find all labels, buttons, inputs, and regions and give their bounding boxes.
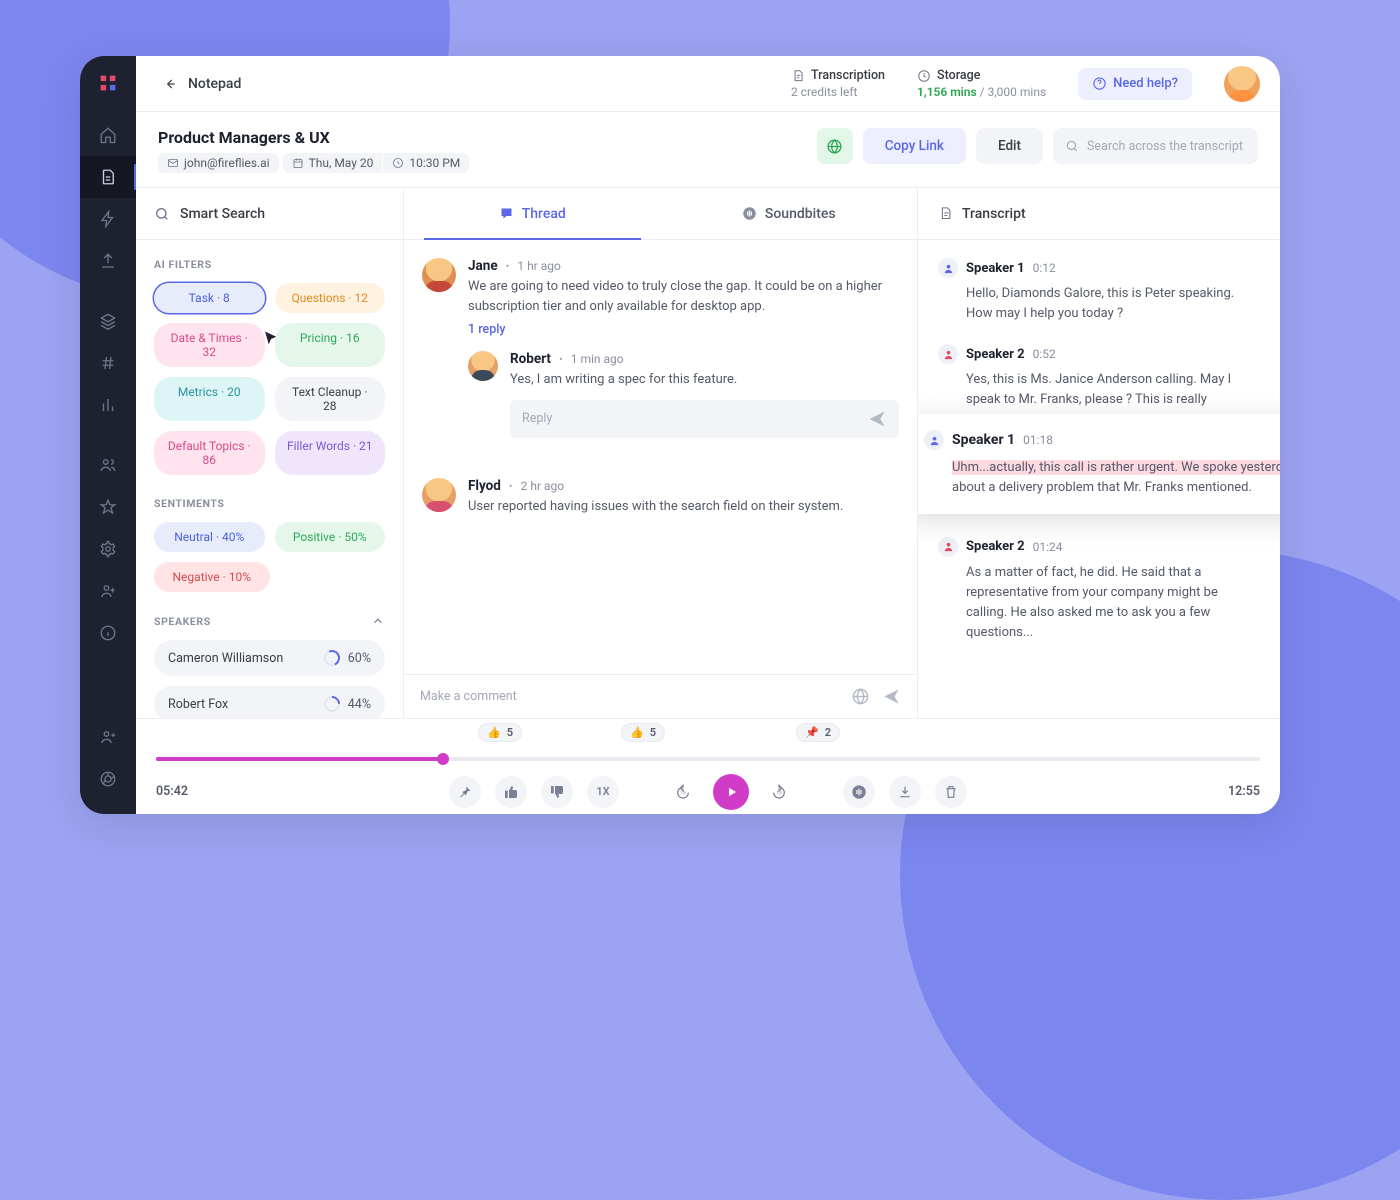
reaction-pin[interactable]: 📌 2 bbox=[796, 723, 840, 742]
comment-input[interactable] bbox=[420, 689, 839, 704]
transcript-search[interactable] bbox=[1053, 128, 1258, 164]
nav-layers[interactable] bbox=[80, 300, 136, 342]
filter-pill[interactable]: Date & Times · 32 bbox=[154, 323, 265, 367]
nav-people[interactable] bbox=[80, 444, 136, 486]
meeting-title: Product Managers & UX bbox=[158, 128, 469, 147]
reaction-thumbs-up[interactable]: 👍 5 bbox=[621, 723, 665, 742]
thread-post: Jane•1 hr ago We are going to need video… bbox=[422, 258, 899, 458]
nav-home[interactable] bbox=[80, 114, 136, 156]
nav-bolt[interactable] bbox=[80, 198, 136, 240]
avatar bbox=[422, 258, 456, 292]
sidebar bbox=[80, 56, 136, 814]
nav-upload[interactable] bbox=[80, 240, 136, 282]
pin-button[interactable] bbox=[449, 776, 481, 808]
soundbite-button[interactable] bbox=[843, 776, 875, 808]
time-chip: 10:30 PM bbox=[383, 153, 469, 173]
nav-notes[interactable] bbox=[80, 156, 136, 198]
sentiment-positive[interactable]: Positive · 50% bbox=[275, 522, 386, 552]
reply-input[interactable] bbox=[522, 411, 867, 426]
comment-bar bbox=[404, 674, 917, 718]
send-icon[interactable] bbox=[882, 687, 901, 706]
tab-thread[interactable]: Thread bbox=[404, 188, 661, 239]
globe-icon[interactable] bbox=[851, 687, 870, 706]
filter-pill[interactable]: Metrics · 20 bbox=[154, 377, 265, 421]
speaker-dot bbox=[924, 430, 944, 450]
globe-button[interactable] bbox=[817, 128, 853, 164]
filter-pill[interactable]: Questions · 12 bbox=[275, 283, 386, 313]
send-icon[interactable] bbox=[867, 409, 887, 429]
panel-transcript: Transcript Speaker 10:12 Hello, Diamonds… bbox=[918, 188, 1280, 718]
speaker-row[interactable]: Robert Fox 44% bbox=[154, 686, 385, 718]
player: 👍 5 👍 5 📌 2 05:42 bbox=[136, 718, 1280, 814]
filter-pill[interactable]: Text Cleanup · 28 bbox=[275, 377, 386, 421]
panel-filters: Smart Search AI FILTERS Task · 8 Question… bbox=[136, 188, 404, 718]
nav-star[interactable] bbox=[80, 486, 136, 528]
thumbs-down-button[interactable] bbox=[541, 776, 573, 808]
nav-chart[interactable] bbox=[80, 384, 136, 426]
download-button[interactable] bbox=[889, 776, 921, 808]
time-total: 12:55 bbox=[1200, 784, 1260, 799]
speakers-heading: SPEAKERS bbox=[154, 614, 385, 628]
filter-pill[interactable]: Pricing · 16 bbox=[275, 323, 386, 367]
storage-stat: Storage 1,156 mins / 3,000 mins bbox=[917, 68, 1046, 99]
user-avatar[interactable] bbox=[1224, 66, 1260, 102]
speed-button[interactable]: 1X bbox=[587, 776, 619, 808]
help-button[interactable]: Need help? bbox=[1078, 68, 1192, 100]
filter-pill[interactable]: Filler Words · 21 bbox=[275, 431, 386, 475]
sentiment-negative[interactable]: Negative · 10% bbox=[154, 562, 270, 592]
reply-link[interactable]: 1 reply bbox=[468, 322, 899, 337]
date-chip: Thu, May 20 bbox=[283, 153, 383, 173]
forward-15-button[interactable]: 15 bbox=[763, 776, 795, 808]
reply-box[interactable] bbox=[510, 400, 899, 438]
avatar bbox=[422, 478, 456, 512]
filters-heading: AI FILTERS bbox=[154, 258, 385, 271]
filter-pill[interactable]: Task · 8 bbox=[154, 283, 265, 313]
nav-hash[interactable] bbox=[80, 342, 136, 384]
title-row: Product Managers & UX john@fireflies.ai … bbox=[136, 112, 1280, 188]
thumbs-up-button[interactable] bbox=[495, 776, 527, 808]
topbar: Notepad Transcription 2 credits left Sto… bbox=[136, 56, 1280, 112]
email-chip: john@fireflies.ai bbox=[158, 153, 279, 173]
svg-text:15: 15 bbox=[776, 790, 782, 796]
nav-chrome[interactable] bbox=[80, 758, 136, 800]
smart-search[interactable]: Smart Search bbox=[136, 188, 403, 240]
speaker-dot bbox=[938, 344, 958, 364]
speaker-dot bbox=[938, 258, 958, 278]
time-elapsed: 05:42 bbox=[156, 784, 216, 799]
speaker-row[interactable]: Cameron Williamson 60% bbox=[154, 640, 385, 676]
transcript-heading: Transcript bbox=[962, 206, 1026, 222]
sentiments-heading: SENTIMENTS bbox=[154, 497, 385, 510]
transcript-row-active[interactable]: Speaker 101:18 Uhm...actually, this call… bbox=[918, 414, 1280, 514]
svg-text:15: 15 bbox=[680, 790, 686, 796]
thread-post: Flyod•2 hr ago User reported having issu… bbox=[422, 478, 899, 517]
nav-add-user[interactable] bbox=[80, 716, 136, 758]
rewind-15-button[interactable]: 15 bbox=[667, 776, 699, 808]
logo bbox=[95, 70, 121, 96]
progress-bar[interactable] bbox=[156, 757, 1260, 761]
chevron-up-icon[interactable] bbox=[371, 614, 385, 628]
avatar bbox=[468, 351, 498, 381]
back-button[interactable] bbox=[158, 72, 182, 96]
tab-soundbites[interactable]: Soundbites bbox=[661, 188, 918, 239]
copy-link-button[interactable]: Copy Link bbox=[863, 128, 966, 164]
edit-button[interactable]: Edit bbox=[976, 128, 1043, 164]
transcript-row[interactable]: Speaker 201:24 As a matter of fact, he d… bbox=[918, 537, 1280, 664]
play-button[interactable] bbox=[713, 774, 749, 810]
delete-button[interactable] bbox=[935, 776, 967, 808]
nav-info[interactable] bbox=[80, 612, 136, 654]
thread-reply: Robert•1 min ago Yes, I am writing a spe… bbox=[468, 351, 899, 438]
sentiment-neutral[interactable]: Neutral · 40% bbox=[154, 522, 265, 552]
breadcrumb[interactable]: Notepad bbox=[188, 76, 241, 92]
panel-thread: Thread Soundbites Jane•1 hr ago We are g… bbox=[404, 188, 918, 718]
nav-invite[interactable] bbox=[80, 570, 136, 612]
transcript-search-input[interactable] bbox=[1087, 139, 1246, 154]
document-icon bbox=[938, 206, 953, 221]
transcription-stat: Transcription 2 credits left bbox=[791, 68, 885, 99]
nav-settings[interactable] bbox=[80, 528, 136, 570]
transcript-row[interactable]: Speaker 10:12 Hello, Diamonds Galore, th… bbox=[918, 258, 1280, 344]
speaker-dot bbox=[938, 537, 958, 557]
filter-pill[interactable]: Default Topics · 86 bbox=[154, 431, 265, 475]
reaction-thumbs-up[interactable]: 👍 5 bbox=[478, 723, 522, 742]
